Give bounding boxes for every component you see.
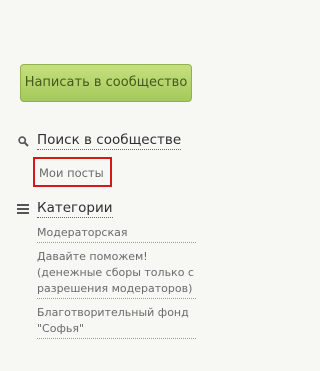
sidebar-panel: Написать в сообщество Поиск в сообществе… — [0, 0, 207, 371]
categories-list: Модераторская Давайте поможем! (денежные… — [37, 225, 196, 339]
category-lets-help-link[interactable]: Давайте поможем! (денежные сборы только … — [37, 249, 196, 299]
highlight-box: Мои посты — [33, 157, 112, 187]
search-section: Поиск в сообществе Мои посты — [16, 131, 196, 187]
category-moderators-link[interactable]: Модераторская — [37, 225, 196, 243]
my-posts-link[interactable]: Мои посты — [39, 165, 104, 181]
search-section-title[interactable]: Поиск в сообществе — [37, 132, 182, 150]
search-icon — [16, 135, 30, 147]
category-sofya-fund-link[interactable]: Благотворительный фонд "Софья" — [37, 305, 196, 339]
write-to-community-button[interactable]: Написать в сообщество — [20, 64, 192, 102]
list-icon — [16, 204, 30, 214]
categories-section-title[interactable]: Категории — [37, 200, 113, 218]
search-items: Мои посты — [33, 157, 196, 187]
categories-section-header: Категории — [16, 199, 196, 219]
search-section-header: Поиск в сообществе — [16, 131, 196, 151]
categories-section: Категории Модераторская Давайте поможем!… — [16, 199, 196, 345]
